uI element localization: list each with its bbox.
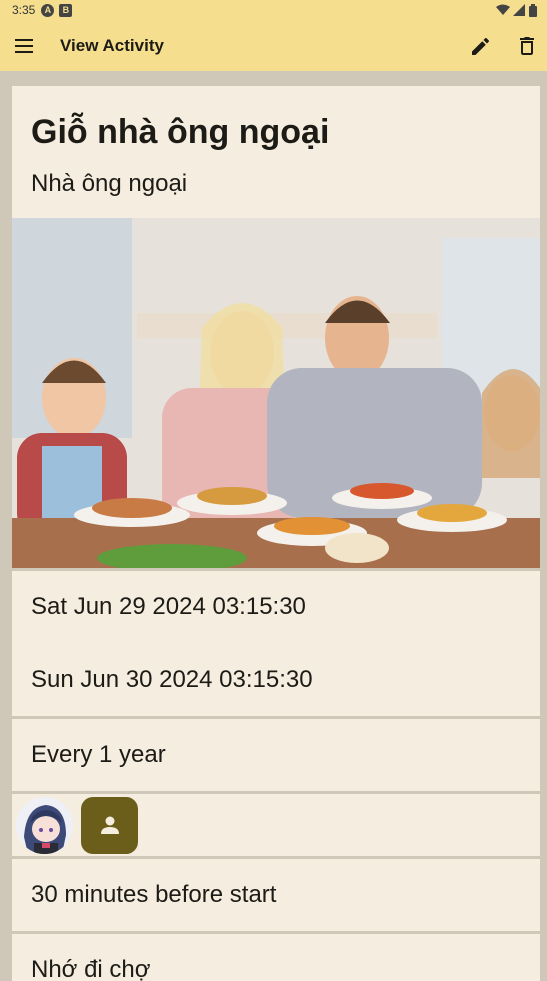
activity-photo: [12, 218, 540, 568]
participants-row: [12, 794, 540, 856]
battery-icon: [529, 3, 537, 17]
signal-icon: [513, 4, 525, 16]
page-title: View Activity: [60, 35, 164, 55]
repeat-row: Every 1 year: [12, 719, 540, 791]
reminder-row: 30 minutes before start: [12, 859, 540, 931]
note-row: Nhớ đi chợ: [12, 934, 540, 981]
notification-icon: A: [41, 3, 55, 17]
activity-detail: Giỗ nhà ông ngoại Nhà ông ngoại Sat Jun …: [12, 86, 540, 981]
person-icon: [100, 816, 119, 834]
delete-icon[interactable]: [515, 34, 539, 58]
avatar[interactable]: [16, 796, 73, 854]
status-bar: 3:35 A B: [0, 0, 547, 20]
start-time: Sat Jun 29 2024 03:15:30: [31, 593, 306, 620]
menu-icon[interactable]: [12, 34, 36, 58]
toolbar: View Activity: [0, 20, 547, 71]
header-card: Giỗ nhà ông ngoại Nhà ông ngoại: [12, 86, 540, 218]
wifi-icon: [496, 4, 510, 15]
activity-location: Nhà ông ngoại: [31, 170, 188, 197]
app-bar: 3:35 A B View Activity: [0, 0, 547, 71]
time-card: Sat Jun 29 2024 03:15:30 Sun Jun 30 2024…: [12, 571, 540, 716]
status-time: 3:35: [12, 3, 36, 17]
edit-icon[interactable]: [469, 34, 493, 58]
notification-icon: B: [59, 3, 73, 17]
end-time: Sun Jun 30 2024 03:15:30: [31, 666, 313, 693]
activity-title: Giỗ nhà ông ngoại: [31, 113, 330, 151]
add-person-button[interactable]: [81, 796, 138, 854]
